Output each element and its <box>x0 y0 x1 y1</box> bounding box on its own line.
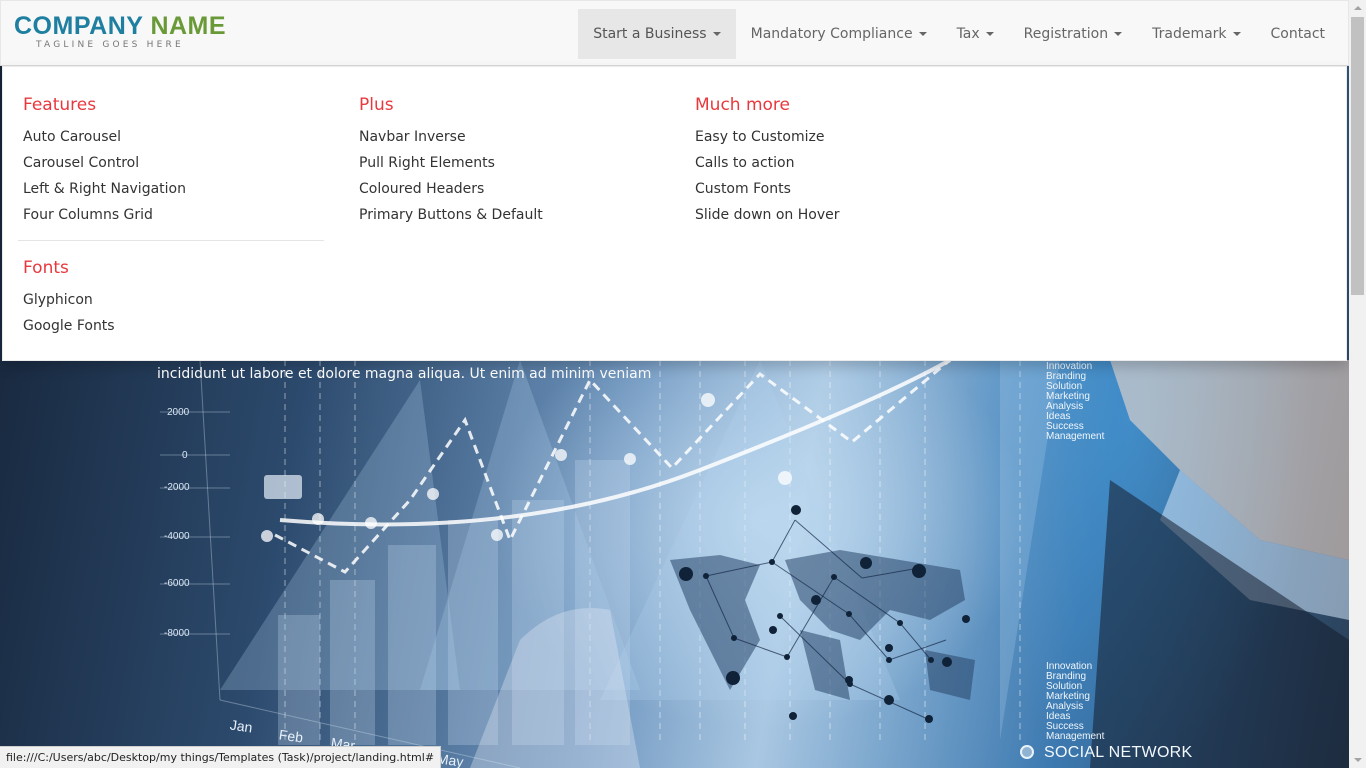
nav-item-label: Start a Business <box>593 26 707 42</box>
fonts-column: Fonts Glyphicon Google Fonts <box>23 258 115 339</box>
nav-tax[interactable]: Tax <box>942 9 1009 59</box>
menu-link-google-fonts[interactable]: Google Fonts <box>23 313 115 339</box>
caret-down-icon <box>1232 32 1241 36</box>
nav-contact[interactable]: Contact <box>1256 9 1340 59</box>
nav-trademark[interactable]: Trademark <box>1137 9 1255 59</box>
menu-link-glyphicon[interactable]: Glyphicon <box>23 287 115 313</box>
menu-link-custom-fonts[interactable]: Custom Fonts <box>695 176 839 202</box>
nav-item-label: Contact <box>1270 26 1325 42</box>
menu-link-primary-buttons-default[interactable]: Primary Buttons & Default <box>359 202 543 228</box>
nav-start-a-business[interactable]: Start a Business <box>578 9 736 59</box>
caret-down-icon <box>1114 32 1123 36</box>
mega-dropdown-menu: Features Auto Carousel Carousel Control … <box>2 66 1347 361</box>
side-list-item: Management <box>1046 431 1105 442</box>
scroll-up-arrow-icon[interactable] <box>1349 0 1366 17</box>
brand-name-part1: COMPANY <box>14 12 143 40</box>
menu-divider <box>18 240 324 241</box>
y-axis-label: 2000 <box>167 407 190 418</box>
plus-column: Plus Navbar Inverse Pull Right Elements … <box>359 95 543 228</box>
y-axis-label: -8000 <box>164 628 190 639</box>
hero-paragraph: incididunt ut labore et dolore magna ali… <box>157 366 652 382</box>
menu-link-auto-carousel[interactable]: Auto Carousel <box>23 124 186 150</box>
y-axis-label: -2000 <box>164 482 190 493</box>
month-label: Feb <box>278 726 305 746</box>
menu-link-coloured-headers[interactable]: Coloured Headers <box>359 176 543 202</box>
menu-link-left-right-navigation[interactable]: Left & Right Navigation <box>23 176 186 202</box>
y-axis-label: 0 <box>182 450 188 461</box>
nav-item-label: Trademark <box>1152 26 1227 42</box>
nav-item-label: Registration <box>1023 26 1109 42</box>
features-heading: Features <box>23 95 97 115</box>
y-axis-label: -6000 <box>164 578 190 589</box>
social-network-icon <box>1020 745 1034 759</box>
brand-name: COMPANY NAME <box>14 12 226 40</box>
menu-link-four-columns-grid[interactable]: Four Columns Grid <box>23 202 186 228</box>
fonts-heading: Fonts <box>23 258 69 278</box>
scrollbar-thumb[interactable] <box>1351 17 1364 295</box>
much-more-heading: Much more <box>695 95 791 115</box>
month-label: Jan <box>228 716 254 736</box>
side-list-bottom: Innovation Branding Solution Marketing A… <box>1046 662 1104 742</box>
nav-item-label: Tax <box>956 26 980 42</box>
caret-down-icon <box>985 32 994 36</box>
navbar: COMPANY NAME TAGLINE GOES HERE Start a B… <box>0 0 1349 66</box>
brand-logo[interactable]: COMPANY NAME TAGLINE GOES HERE <box>14 12 226 50</box>
brand-name-part2: NAME <box>150 12 227 40</box>
nav-item-label: Mandatory Compliance <box>750 26 913 42</box>
brand-tagline: TAGLINE GOES HERE <box>36 40 184 50</box>
caret-down-icon <box>918 32 927 36</box>
vertical-scrollbar[interactable] <box>1349 0 1366 768</box>
side-list-item: Management <box>1046 731 1105 742</box>
main-nav: Start a Business Mandatory Compliance Ta… <box>578 9 1340 59</box>
plus-heading: Plus <box>359 95 394 115</box>
caret-down-icon <box>712 32 721 36</box>
menu-link-easy-to-customize[interactable]: Easy to Customize <box>695 124 839 150</box>
menu-link-slide-down-on-hover[interactable]: Slide down on Hover <box>695 202 839 228</box>
browser-status-bar: file:///C:/Users/abc/Desktop/my things/T… <box>0 746 442 768</box>
social-network-label: SOCIAL NETWORK <box>1044 744 1193 761</box>
menu-link-pull-right-elements[interactable]: Pull Right Elements <box>359 150 543 176</box>
menu-link-navbar-inverse[interactable]: Navbar Inverse <box>359 124 543 150</box>
features-column: Features Auto Carousel Carousel Control … <box>23 95 186 228</box>
menu-link-carousel-control[interactable]: Carousel Control <box>23 150 186 176</box>
scroll-down-arrow-icon[interactable] <box>1349 751 1366 768</box>
much-more-column: Much more Easy to Customize Calls to act… <box>695 95 839 228</box>
nav-mandatory-compliance[interactable]: Mandatory Compliance <box>736 9 942 59</box>
nav-registration[interactable]: Registration <box>1009 9 1137 59</box>
side-list-top: Innovation Branding Solution Marketing A… <box>1046 362 1104 442</box>
y-axis-label: -4000 <box>164 531 190 542</box>
menu-link-calls-to-action[interactable]: Calls to action <box>695 150 839 176</box>
